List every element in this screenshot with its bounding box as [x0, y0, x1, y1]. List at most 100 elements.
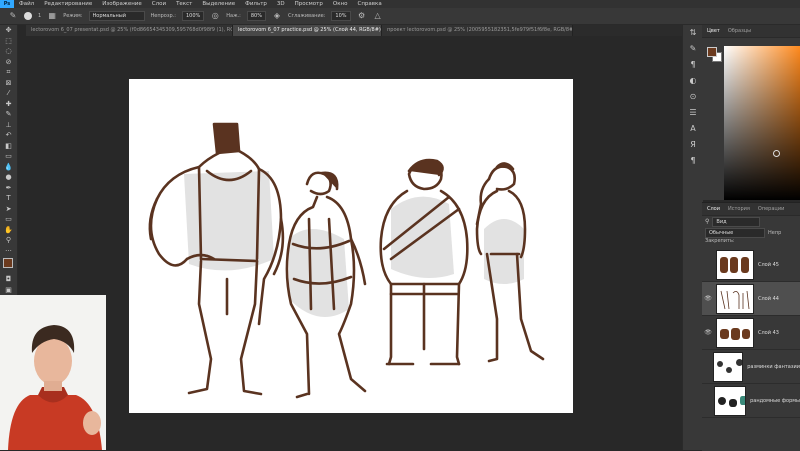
eraser-tool-icon[interactable]: ◧	[0, 141, 17, 152]
search-icon: ⚲	[705, 218, 710, 225]
quick-mask-icon[interactable]: ◘	[0, 274, 17, 285]
menu-image[interactable]: Изображение	[97, 1, 147, 7]
layer-thumbnail	[713, 351, 744, 382]
menu-bar: Ps Файл Редактирование Изображение Слои …	[0, 0, 800, 8]
menu-edit[interactable]: Редактирование	[39, 1, 97, 7]
quick-select-tool-icon[interactable]: ⊘	[0, 57, 17, 68]
brush-preset-picker[interactable]	[24, 12, 32, 20]
tab-swatches[interactable]: Образцы	[728, 28, 751, 34]
color-swatches-panel[interactable]	[707, 47, 722, 62]
more-tools-icon[interactable]: ···	[0, 246, 17, 257]
layer-thumbnail	[716, 317, 754, 348]
adjustments-panel-icon[interactable]: ◐	[683, 73, 703, 89]
menu-select[interactable]: Выделение	[197, 1, 240, 7]
screen-mode-icon[interactable]: ▣	[0, 285, 17, 296]
menu-view[interactable]: Просмотр	[290, 1, 328, 7]
lasso-tool-icon[interactable]: ◌	[0, 46, 17, 57]
glyphs-panel-icon[interactable]: Я	[683, 137, 703, 153]
hand-tool-icon[interactable]: ✋	[0, 225, 17, 236]
foreground-color-swatch[interactable]	[3, 258, 13, 268]
layer-filter-select[interactable]: Вид	[712, 216, 761, 227]
layer-name: Слой 44	[758, 295, 779, 302]
mode-select[interactable]: Нормальный	[88, 11, 145, 21]
eyedropper-tool-icon[interactable]: ⁄	[0, 88, 17, 99]
opacity-label: Непрозр.:	[150, 13, 176, 19]
brush-settings-icon[interactable]: ▦	[47, 11, 57, 21]
layer-name: Слой 43	[758, 329, 779, 336]
menu-file[interactable]: Файл	[14, 1, 39, 7]
pressure-opacity-icon[interactable]: ◎	[210, 11, 220, 21]
smoothing-settings-icon[interactable]: ⚙	[357, 11, 367, 21]
frame-tool-icon[interactable]: ⊠	[0, 78, 17, 89]
tab-layers[interactable]: Слои	[707, 206, 720, 212]
tab-history[interactable]: История	[728, 206, 750, 212]
history-brush-icon[interactable]: ↶	[0, 130, 17, 141]
clone-stamp-icon[interactable]: ⊥	[0, 120, 17, 131]
tab-document-1[interactable]: lectorovom 6_07 presentat.psd @ 25% (f0d…	[26, 25, 233, 36]
properties-panel-icon[interactable]: ☰	[683, 105, 703, 121]
tab-actions[interactable]: Операции	[758, 206, 784, 212]
flow-field[interactable]: 80%	[246, 11, 266, 21]
lock-label: Закрепить:	[705, 238, 735, 244]
brush-settings-panel-icon[interactable]: ✎	[683, 41, 703, 57]
paragraph-panel-icon[interactable]: ¶	[683, 57, 703, 73]
menu-window[interactable]: Окно	[328, 1, 353, 7]
path-select-icon[interactable]: ➤	[0, 204, 17, 215]
history-panel-icon[interactable]: ⇅	[683, 25, 703, 41]
tab-label: проект lectorovom.psd @ 25% (20059551823…	[387, 27, 573, 33]
layer-row[interactable]: рандомные формы	[702, 384, 800, 418]
flow-label: Наж.:	[226, 13, 241, 19]
picker-cursor[interactable]	[773, 150, 780, 157]
tab-label: lectorovom 6_07 presentat.psd @ 25% (f0d…	[31, 27, 233, 33]
tab-document-2[interactable]: lectorovom 6_07 practice.psd @ 25% (Слой…	[233, 25, 382, 36]
menu-text[interactable]: Текст	[171, 1, 197, 7]
dodge-tool-icon[interactable]: ●	[0, 172, 17, 183]
character-panel-icon[interactable]: A	[683, 121, 703, 137]
eye-icon[interactable]: 👁	[702, 295, 714, 302]
airbrush-icon[interactable]: ◈	[272, 11, 282, 21]
clone-source-icon[interactable]: ⊙	[683, 89, 703, 105]
pen-tool-icon[interactable]: ✒	[0, 183, 17, 194]
color-picker-field[interactable]	[724, 46, 800, 200]
crop-tool-icon[interactable]: ⌗	[0, 67, 17, 78]
document-canvas[interactable]	[129, 79, 573, 413]
menu-filter[interactable]: Фильтр	[240, 1, 272, 7]
layer-row[interactable]: разминки фантазии	[702, 350, 800, 384]
document-tabs: lectorovom 6_07 presentat.psd @ 25% (f0d…	[26, 25, 682, 36]
gradient-tool-icon[interactable]: ▭	[0, 151, 17, 162]
brush-tool-icon-2[interactable]: ✎	[0, 109, 17, 120]
tab-label: lectorovom 6_07 practice.psd @ 25% (Слой…	[238, 27, 382, 33]
eye-icon[interactable]: 👁	[702, 329, 714, 336]
layer-row-selected[interactable]: 👁 Слой 44	[702, 282, 800, 316]
layer-name: разминки фантазии	[747, 363, 800, 370]
tab-document-3[interactable]: проект lectorovom.psd @ 25% (20059551823…	[382, 25, 573, 36]
healing-brush-icon[interactable]: ✚	[0, 99, 17, 110]
presenter-photo	[0, 295, 106, 450]
opacity-label: Непр	[768, 229, 782, 236]
layer-name: рандомные формы	[750, 397, 800, 404]
menu-help[interactable]: Справка	[352, 1, 386, 7]
opacity-field[interactable]: 100%	[181, 11, 205, 21]
layer-row[interactable]: 👁 Слой 43	[702, 316, 800, 350]
photoshop-logo-icon: Ps	[0, 0, 14, 8]
type-tool-icon[interactable]: T	[0, 193, 17, 204]
tab-color[interactable]: Цвет	[707, 28, 720, 34]
paragraph-styles-icon[interactable]: ¶	[683, 153, 703, 169]
move-tool-icon[interactable]: ✥	[0, 25, 17, 36]
marquee-tool-icon[interactable]: ⬚	[0, 36, 17, 47]
color-swatches[interactable]	[0, 256, 17, 274]
zoom-tool-icon[interactable]: ⚲	[0, 235, 17, 246]
blend-mode-select[interactable]: Обычные	[705, 227, 765, 238]
blur-tool-icon[interactable]: 💧	[0, 162, 17, 173]
menu-layers[interactable]: Слои	[147, 1, 171, 7]
smoothing-label: Сглаживание:	[287, 13, 326, 19]
mode-label: Режим:	[63, 13, 83, 19]
smoothing-field[interactable]: 10%	[331, 11, 351, 21]
options-bar: ✎ 1 ▦ Режим: Нормальный Непрозр.: 100% ◎…	[0, 8, 800, 25]
menu-3d[interactable]: 3D	[272, 1, 290, 7]
layer-row[interactable]: Слой 45	[702, 248, 800, 282]
shape-tool-icon[interactable]: ▭	[0, 214, 17, 225]
brush-tool-icon[interactable]: ✎	[8, 11, 18, 21]
angle-icon[interactable]: △	[373, 11, 383, 21]
foreground-color-swatch[interactable]	[707, 47, 717, 57]
